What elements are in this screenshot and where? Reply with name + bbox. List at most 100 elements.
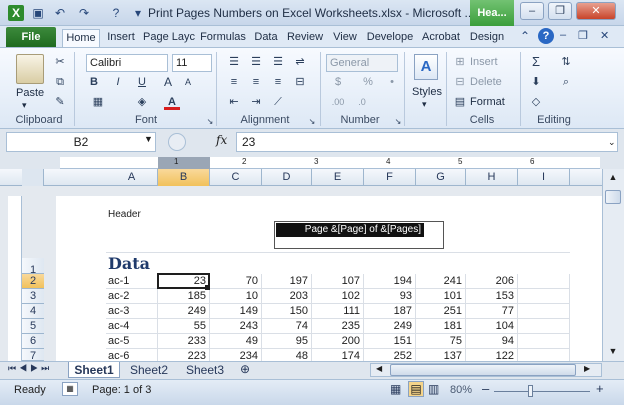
data-cell[interactable]: 241 [416, 274, 466, 289]
data-cell[interactable]: 234 [210, 349, 262, 361]
ruler-margin-marker[interactable] [158, 157, 210, 169]
data-cell[interactable]: 104 [466, 319, 518, 334]
cut-icon[interactable]: ✂ [52, 54, 68, 70]
data-cell[interactable] [518, 274, 570, 289]
undo-icon[interactable]: ↶ [52, 5, 68, 21]
close-button[interactable]: ✕ [576, 2, 616, 20]
number-format-box[interactable]: General [326, 54, 398, 72]
page-layout-view-icon[interactable]: ▤ [408, 381, 424, 397]
data-cell[interactable]: 111 [312, 304, 364, 319]
bold-button[interactable]: B [86, 74, 102, 90]
tab-home[interactable]: Home [62, 29, 100, 48]
column-header[interactable]: D [262, 169, 312, 186]
align-left-icon[interactable]: ≡ [226, 74, 242, 90]
data-cell[interactable]: 251 [416, 304, 466, 319]
data-cell[interactable]: 94 [466, 334, 518, 349]
name-box-dropdown-icon[interactable]: ▼ [144, 134, 153, 144]
sheet-nav-arrows-icon[interactable]: ⏮◀▶⏭ [8, 363, 52, 374]
autosum-button[interactable]: Σ [528, 54, 544, 70]
row-header[interactable]: 2 [22, 274, 44, 289]
alignment-dialog-launcher-icon[interactable]: ↘ [304, 114, 320, 130]
column-header[interactable]: B [158, 169, 210, 186]
data-cell[interactable]: 206 [466, 274, 518, 289]
data-cell[interactable]: 181 [416, 319, 466, 334]
formula-input[interactable]: 23 [236, 132, 618, 152]
tab-design[interactable]: Design [467, 29, 507, 48]
macro-record-icon[interactable]: ▦ [62, 382, 78, 396]
row-header[interactable]: 7 [22, 349, 44, 362]
italic-button[interactable]: I [110, 74, 126, 90]
percent-button[interactable]: % [360, 74, 376, 90]
scroll-left-icon[interactable]: ◀ [376, 364, 382, 373]
align-middle-icon[interactable]: ☰ [248, 54, 264, 70]
data-cell[interactable]: 137 [416, 349, 466, 361]
decrease-indent-icon[interactable]: ⇤ [226, 94, 242, 110]
horizontal-scroll-thumb[interactable] [390, 364, 576, 376]
tab-insert[interactable]: Insert [103, 29, 139, 48]
data-cell[interactable]: 153 [466, 289, 518, 304]
context-tab-header-footer[interactable]: Hea... [470, 0, 514, 26]
sort-filter-icon[interactable]: ⇅ [558, 54, 574, 70]
row-header[interactable]: 6 [22, 334, 44, 349]
paste-button[interactable]: Paste [16, 87, 44, 99]
minimize-button[interactable]: – [520, 2, 544, 20]
column-header[interactable]: I [518, 169, 570, 186]
data-cell[interactable]: 203 [262, 289, 312, 304]
data-cell[interactable]: 149 [210, 304, 262, 319]
select-all-button[interactable] [22, 169, 44, 186]
align-top-icon[interactable]: ☰ [226, 54, 242, 70]
column-header[interactable]: H [466, 169, 518, 186]
zoom-slider-thumb[interactable] [528, 385, 534, 397]
tab-view[interactable]: View [329, 29, 361, 48]
data-cell[interactable]: 194 [364, 274, 416, 289]
scroll-up-icon[interactable]: ▲ [605, 172, 621, 186]
data-cell[interactable]: 150 [262, 304, 312, 319]
styles-icon[interactable]: A [414, 54, 438, 80]
data-cell[interactable] [518, 334, 570, 349]
data-cell[interactable]: 55 [158, 319, 210, 334]
comma-button[interactable]: • [384, 74, 400, 90]
insert-function-button[interactable]: fx [216, 133, 227, 147]
increase-indent-icon[interactable]: ⇥ [248, 94, 264, 110]
insert-cells-icon[interactable]: ⊞ [452, 54, 468, 70]
data-cell[interactable]: 93 [364, 289, 416, 304]
zoom-out-button[interactable]: – [482, 381, 489, 396]
workbook-close-icon[interactable]: ✕ [600, 29, 609, 42]
row-label-cell[interactable]: ac-3 [106, 304, 158, 319]
help-icon[interactable]: ? [538, 28, 554, 44]
row-label-cell[interactable]: ac-5 [106, 334, 158, 349]
data-cell[interactable]: 75 [416, 334, 466, 349]
data-cell[interactable]: 10 [210, 289, 262, 304]
tab-page-layout[interactable]: Page Layc [142, 29, 196, 48]
grow-font-button[interactable]: A [160, 74, 176, 90]
data-cell[interactable]: 74 [262, 319, 312, 334]
borders-icon[interactable]: ▦ [90, 94, 106, 110]
insert-sheet-icon[interactable]: ⊕ [240, 362, 250, 376]
format-cells-button[interactable]: Format [470, 96, 505, 108]
insert-cells-button[interactable]: Insert [470, 56, 498, 68]
increase-decimal-icon[interactable]: .00 [330, 94, 346, 110]
data-cell[interactable]: 107 [312, 274, 364, 289]
sheet-tab[interactable]: Sheet2 [122, 362, 176, 378]
paste-dropdown-icon[interactable]: ▾ [22, 100, 27, 111]
customize-qat-icon[interactable]: ▾ [130, 5, 146, 21]
copy-icon[interactable]: ⧉ [52, 74, 68, 90]
redo-icon[interactable]: ↷ [76, 5, 92, 21]
fill-icon[interactable]: ⬇ [528, 74, 544, 90]
delete-cells-button[interactable]: Delete [470, 76, 502, 88]
data-cell[interactable] [518, 304, 570, 319]
font-color-button[interactable]: A [164, 94, 180, 110]
data-cell[interactable]: 101 [416, 289, 466, 304]
tab-data[interactable]: Data [251, 29, 281, 48]
page-break-view-icon[interactable]: ▥ [428, 382, 439, 396]
header-field-code[interactable]: Page &[Page] of &[Pages] [276, 223, 424, 237]
format-cells-icon[interactable]: ▤ [452, 94, 468, 110]
data-cell[interactable]: 235 [312, 319, 364, 334]
data-cell[interactable]: 95 [262, 334, 312, 349]
name-box[interactable]: B2 [6, 132, 156, 152]
decrease-decimal-icon[interactable]: .0 [354, 94, 370, 110]
clear-icon[interactable]: ◇ [528, 94, 544, 110]
formula-bar-resize-icon[interactable] [168, 133, 186, 151]
row-label-cell[interactable]: ac-2 [106, 289, 158, 304]
restore-button[interactable]: ❐ [548, 2, 572, 20]
